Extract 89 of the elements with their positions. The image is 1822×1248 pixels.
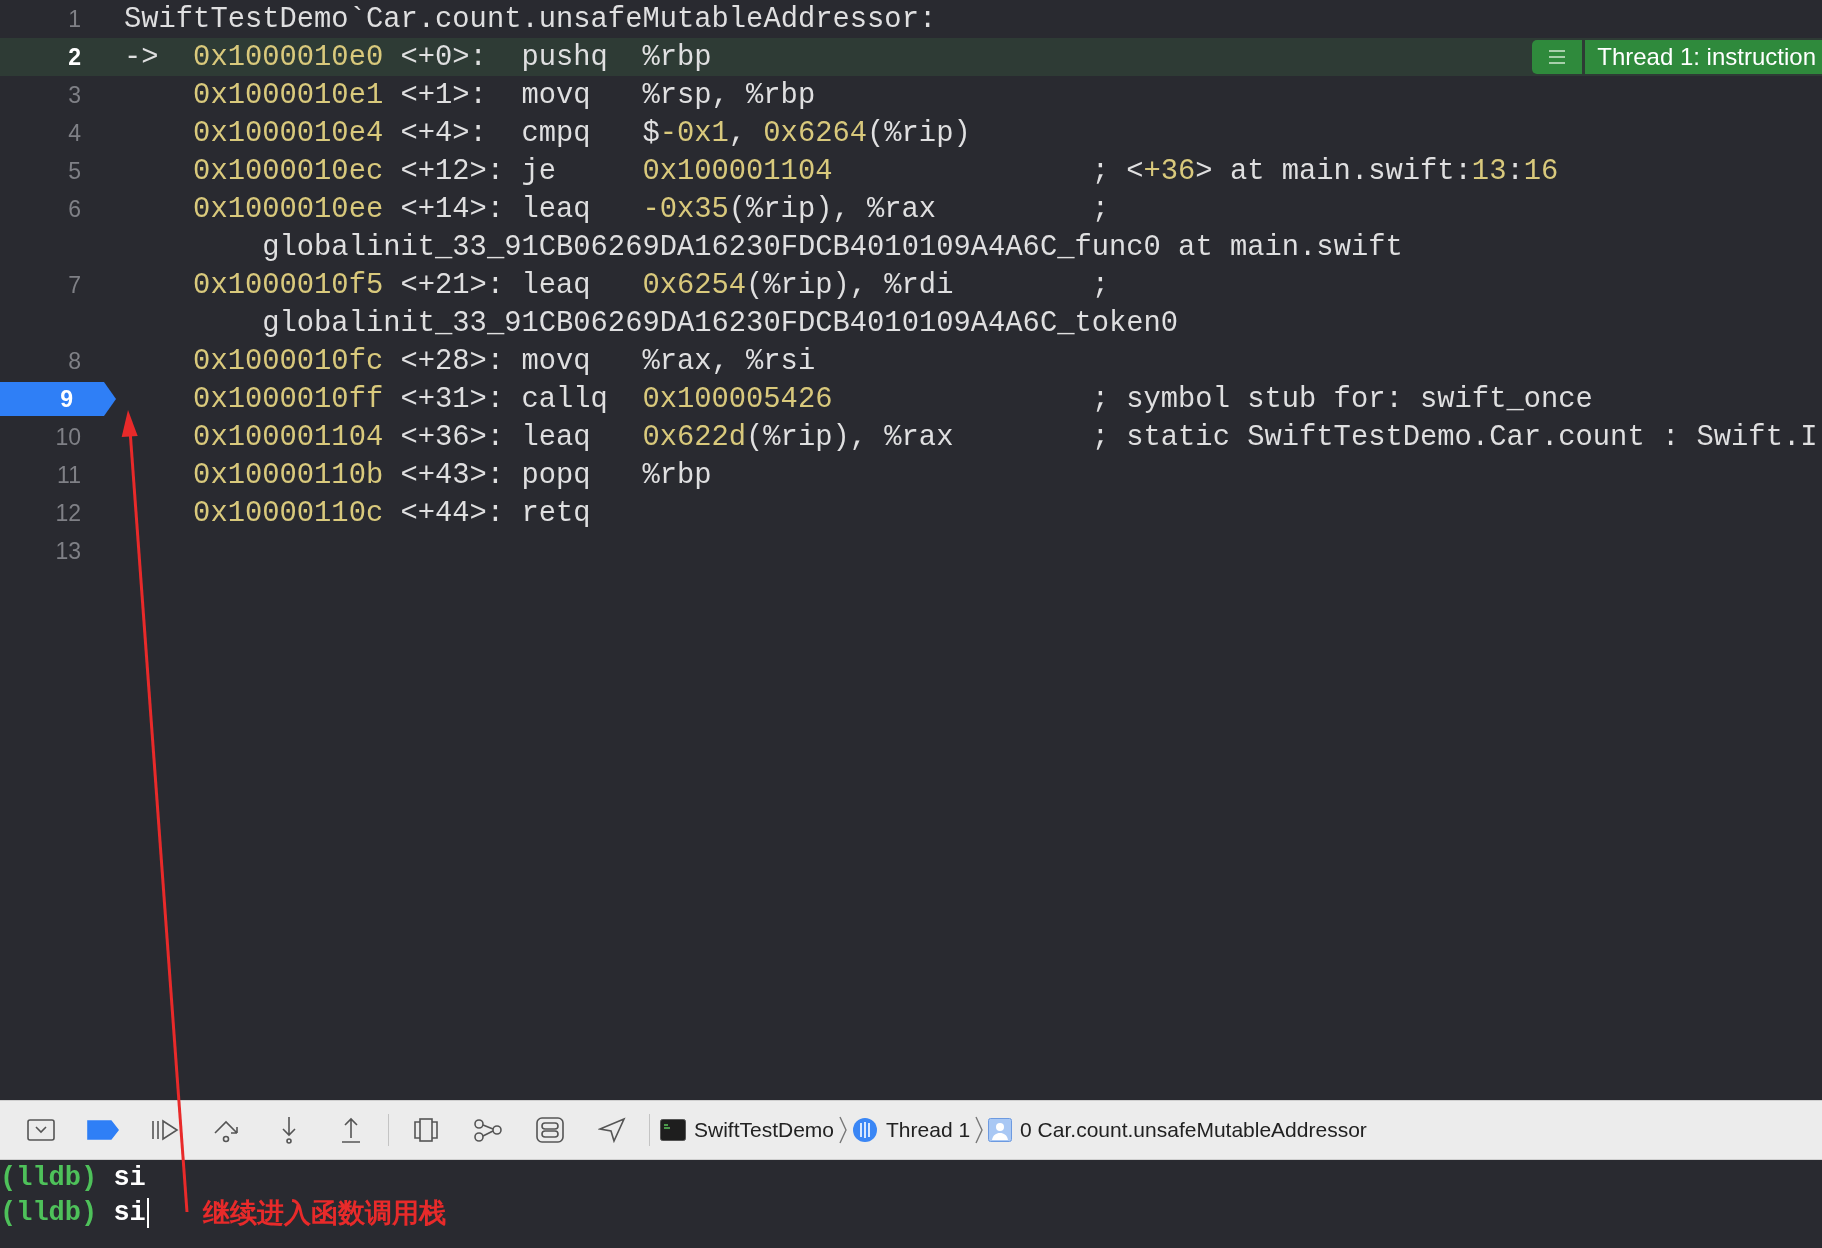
line-number: 3 (68, 81, 81, 109)
instruction-mnemonic: retq (521, 496, 591, 530)
thread-icon (852, 1117, 879, 1143)
instruction-mnemonic: callq (521, 382, 608, 416)
instruction-operands: %rbp (642, 458, 712, 492)
instruction-operands: 0x6254(%rip), %rdi (642, 268, 954, 302)
instruction-offset: <+4>: (400, 116, 487, 150)
breadcrumb-item[interactable]: 0 Car.count.unsafeMutableAddressor (984, 1118, 1371, 1142)
instruction-operands: -0x35(%rip), %rax (642, 192, 937, 226)
breakpoint-marker[interactable]: 9 (0, 382, 116, 416)
instruction-address: 0x1000010e4 (193, 116, 384, 150)
line-number: 12 (55, 499, 81, 527)
instruction-address: 0x1000010ff (193, 382, 384, 416)
line-number: 1 (68, 5, 81, 33)
breadcrumb-item[interactable]: SwiftTestDemo (656, 1118, 839, 1142)
instruction-mnemonic: movq (521, 78, 591, 112)
line-number: 4 (68, 119, 81, 147)
instruction-offset: <+31>: (400, 382, 505, 416)
instruction-address: 0x1000010ec (193, 154, 384, 188)
lldb-prompt: (lldb) (0, 1162, 98, 1193)
instruction-comment: ; (1091, 192, 1109, 226)
chevron-icon (838, 1115, 849, 1145)
instruction-mnemonic: popq (521, 458, 591, 492)
instruction-comment: ; (1091, 268, 1109, 302)
instruction-offset: <+28>: (400, 344, 505, 378)
instruction-address: 0x10000110b (193, 458, 384, 492)
instruction-mnemonic: pushq (521, 40, 608, 74)
instruction-address: 0x10000110c (193, 496, 384, 530)
instruction-comment: ; <+36> at main.swift:13:16 (1091, 154, 1559, 188)
toggles-icon (536, 1117, 564, 1143)
line-number: 10 (55, 423, 81, 451)
line-number: 2 (68, 43, 81, 71)
instruction-address: 0x100001104 (193, 420, 384, 454)
instruction-address: 0x1000010ee (193, 192, 384, 226)
instruction-offset: <+44>: (400, 496, 505, 530)
symbol-continuation: globalinit_33_91CB06269DA16230FDCB4010109A4A6C_func0 at main.swift (262, 230, 1403, 264)
instruction-address: 0x1000010f5 (193, 268, 384, 302)
instruction-offset: <+14>: (400, 192, 505, 226)
instruction-address: 0x1000010e0 (193, 40, 384, 74)
instruction-offset: <+12>: (400, 154, 505, 188)
lldb-prompt: (lldb) (0, 1197, 98, 1228)
continue-icon (150, 1119, 180, 1141)
breadcrumb-item[interactable]: Thread 1 (848, 1117, 975, 1143)
instruction-offset: <+21>: (400, 268, 505, 302)
console-command: si (113, 1197, 149, 1228)
line-number: 11 (57, 461, 81, 489)
step-into-icon (279, 1116, 299, 1144)
thread-status-badge: Thread 1: instruction (1585, 40, 1822, 74)
line-number: 5 (68, 157, 81, 185)
line-number: 7 (68, 271, 81, 299)
line-number: 8 (68, 347, 81, 375)
instruction-mnemonic: leaq (521, 420, 591, 454)
layers-icon (413, 1117, 439, 1143)
console-command: si (113, 1162, 146, 1193)
instruction-mnemonic: je (521, 154, 556, 188)
person-icon (988, 1118, 1013, 1142)
annotation-text: 继续进入函数调用栈 (203, 1196, 446, 1230)
line-number: 6 (68, 195, 81, 223)
instruction-mnemonic: movq (521, 344, 591, 378)
instruction-operands: 0x100001104 (642, 154, 833, 188)
instruction-operands: %rbp (642, 40, 712, 74)
instruction-mnemonic: leaq (521, 192, 591, 226)
tray-icon (27, 1119, 55, 1141)
instruction-mnemonic: cmpq (521, 116, 591, 150)
instruction-mnemonic: leaq (521, 268, 591, 302)
instruction-operands: %rax, %rsi (642, 344, 816, 378)
step-out-icon (340, 1116, 362, 1144)
instruction-address: 0x1000010e1 (193, 78, 384, 112)
instruction-operands: $-0x1, 0x6264(%rip) (642, 116, 971, 150)
line-number: 13 (55, 537, 81, 565)
instruction-comment: ; symbol stub for: swift_once (1091, 382, 1593, 416)
menu-icon[interactable] (1532, 40, 1583, 74)
chevron-icon (974, 1115, 985, 1145)
function-header: SwiftTestDemo`Car.count.unsafeMutableAddressor: (124, 2, 937, 36)
instruction-offset: <+36>: (400, 420, 505, 454)
symbol-continuation: globalinit_33_91CB06269DA16230FDCB4010109A4A6C_token0 (262, 306, 1179, 340)
instruction-offset: <+43>: (400, 458, 505, 492)
instruction-operands: 0x100005426 (642, 382, 833, 416)
graph-icon (473, 1117, 503, 1143)
instruction-comment: ; static SwiftTestDemo.Car.count : Swift.I (1091, 420, 1818, 454)
terminal-icon (660, 1119, 686, 1141)
instruction-offset: <+0>: (400, 40, 487, 74)
program-counter-arrow: -> (124, 40, 159, 74)
breakpoint-icon (87, 1120, 119, 1140)
instruction-operands: %rsp, %rbp (642, 78, 816, 112)
instruction-operands: 0x622d(%rip), %rax (642, 420, 954, 454)
instruction-address: 0x1000010fc (193, 344, 384, 378)
instruction-offset: <+1>: (400, 78, 487, 112)
location-arrow-icon (598, 1117, 626, 1143)
